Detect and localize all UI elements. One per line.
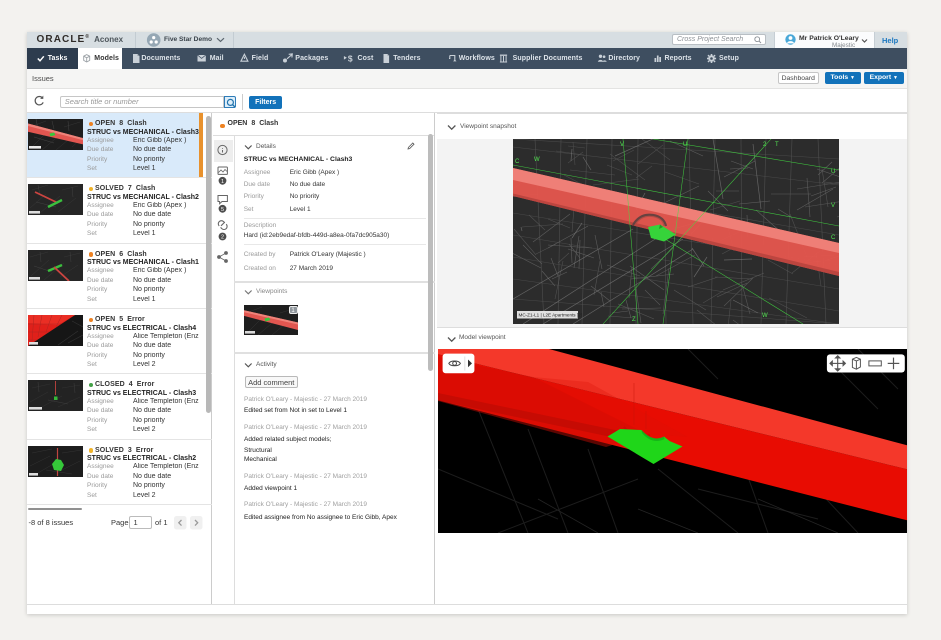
svg-text:V: V [620,142,624,148]
svg-text:W: W [762,313,768,319]
svg-text:U: U [831,169,835,175]
svg-text:C: C [515,159,520,165]
svg-text:2: 2 [221,235,224,241]
svg-text:V: V [831,203,835,209]
svg-text:U: U [683,142,687,148]
svg-text:W: W [534,157,540,163]
svg-text:C: C [831,235,836,241]
svg-text:$: $ [348,54,353,64]
svg-text:MC-Z1-L1 | L2E Apartments [2]: MC-Z1-L1 | L2E Apartments [2] [519,312,583,317]
svg-text:Z: Z [632,317,636,323]
svg-text:5: 5 [221,207,224,213]
svg-text:1: 1 [221,179,224,185]
svg-text:T: T [775,142,779,148]
